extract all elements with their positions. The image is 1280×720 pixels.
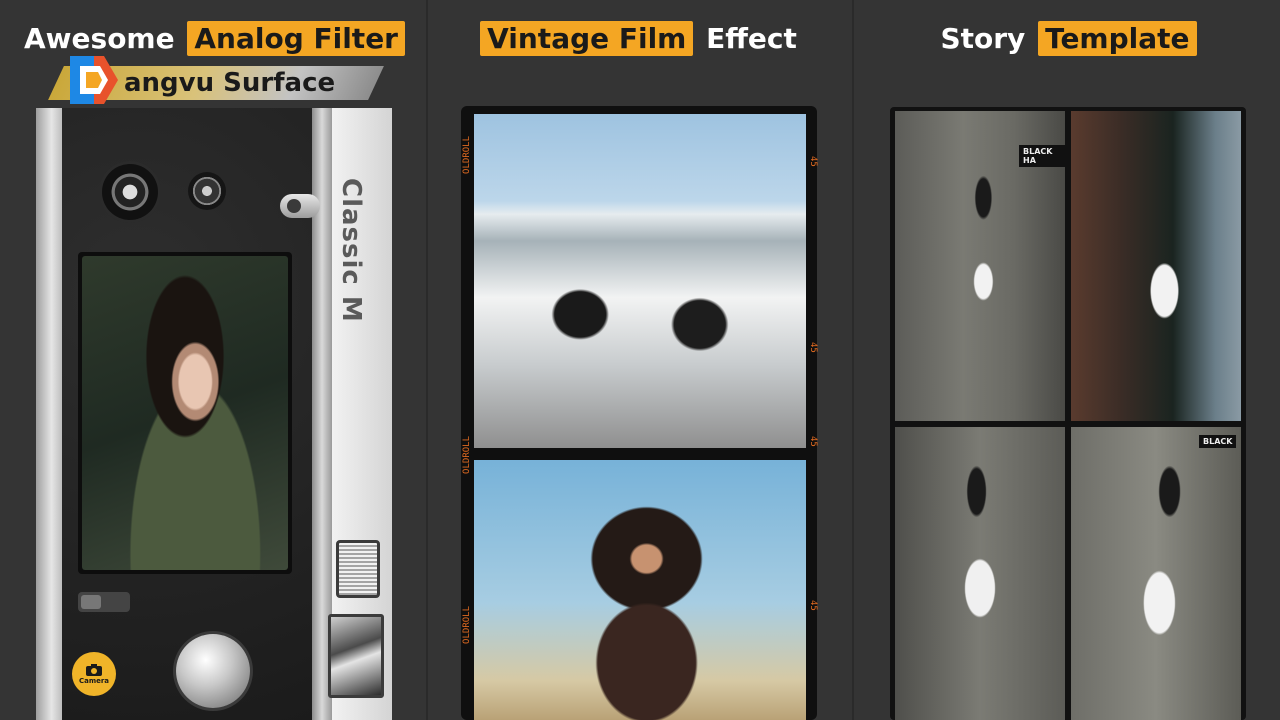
film-photo-beach — [474, 114, 806, 448]
watermark-logo-icon — [70, 56, 118, 104]
title-plain: Story — [940, 22, 1026, 55]
film-edge-code: OLDROLL — [462, 606, 472, 644]
film-frame-marker: 45 — [808, 436, 818, 447]
flash-dial-icon[interactable] — [102, 164, 158, 220]
panel-title: Vintage Film Effect — [428, 21, 852, 56]
shutter-button[interactable] — [176, 634, 250, 708]
camera-left-trim — [36, 108, 62, 720]
film-frame-marker: 45 — [808, 156, 818, 167]
camera-mockup: Classic M Camera — [36, 108, 392, 720]
poster-tag: BLACK — [1199, 435, 1237, 448]
collage-tile[interactable]: BLACK HA — [895, 111, 1065, 421]
collage-tile[interactable]: BLACK — [1071, 427, 1241, 720]
title-highlight: Vintage Film — [480, 21, 694, 56]
panel-title: Story Template — [854, 21, 1280, 56]
title-plain: Effect — [706, 22, 797, 55]
camera-button-label: Camera — [78, 677, 110, 685]
lens-dial-icon[interactable] — [188, 172, 226, 210]
watermark: angvu Surface — [46, 56, 384, 104]
panel-analog-filter: Awesome Analog Filter Classic M Camera a… — [0, 0, 426, 720]
speaker-grill — [336, 540, 380, 598]
camera-switch-toggle[interactable] — [78, 592, 130, 612]
collage-tile[interactable] — [895, 427, 1065, 720]
title-highlight: Template — [1038, 21, 1197, 56]
title-highlight: Analog Filter — [187, 21, 405, 56]
poster-tag: BLACK HA — [1019, 145, 1065, 167]
film-photo-portrait — [474, 460, 806, 720]
film-frame-marker: 45 — [808, 600, 818, 611]
film-strip: OLDROLL OLDROLL OLDROLL 45 45 45 45 — [461, 106, 818, 720]
camera-model-label: Classic M — [336, 178, 366, 323]
story-collage: BLACK HA BLACK — [890, 107, 1246, 720]
camera-icon — [86, 664, 102, 676]
film-edge-code: OLDROLL — [462, 136, 472, 174]
strap-lug-icon — [280, 194, 320, 218]
viewfinder-photo — [82, 256, 288, 570]
film-edge-code: OLDROLL — [462, 436, 472, 474]
gallery-thumbnail[interactable] — [328, 614, 384, 698]
collage-tile[interactable] — [1071, 111, 1241, 421]
camera-mode-button[interactable]: Camera — [72, 652, 116, 696]
camera-viewfinder — [78, 252, 292, 574]
film-frame-marker: 45 — [808, 342, 818, 353]
watermark-text: angvu Surface — [124, 68, 336, 98]
